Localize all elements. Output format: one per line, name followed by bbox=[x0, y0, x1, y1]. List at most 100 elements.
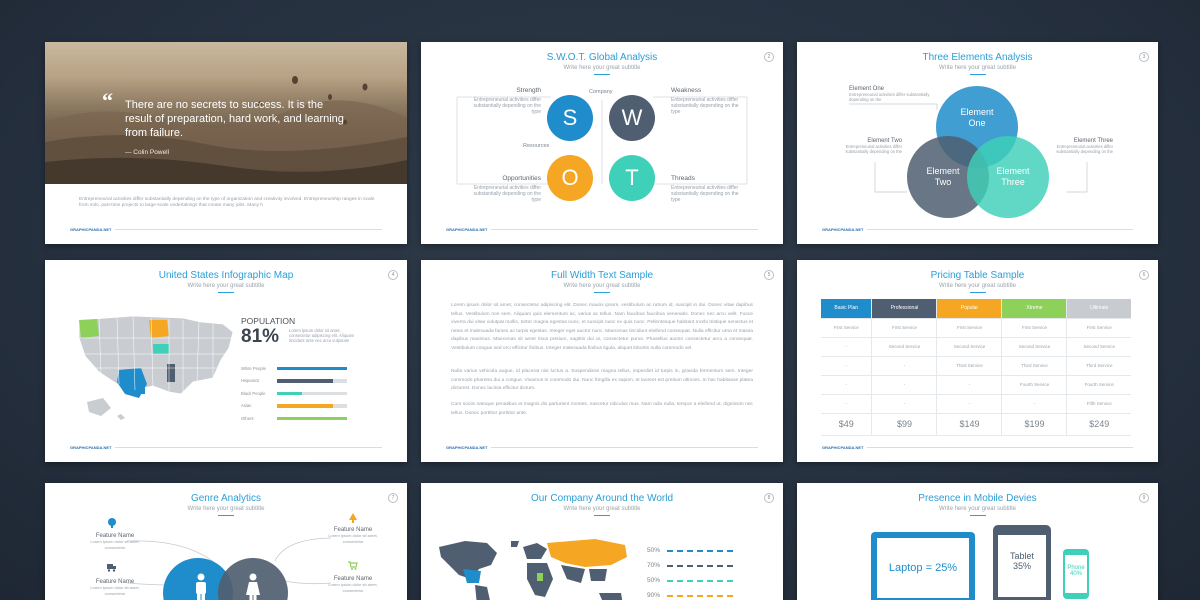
plan-header[interactable]: Professional bbox=[871, 299, 937, 318]
demographic-row: Hispanics bbox=[241, 375, 351, 388]
swot-circle-t[interactable]: T bbox=[609, 155, 655, 201]
slide-number: 9 bbox=[1139, 493, 1149, 503]
table-cell: Fourth Service bbox=[1001, 374, 1067, 394]
laptop-device[interactable]: Laptop = 25% bbox=[871, 532, 975, 600]
title-underline bbox=[594, 292, 610, 293]
text-paragraph-1: Lorem ipsum dolor sit amet, consectetur … bbox=[451, 303, 753, 351]
plan-header[interactable]: Popular bbox=[936, 299, 1002, 318]
slide-subtitle: Write here your great subtitle bbox=[563, 283, 641, 289]
swot-connectors bbox=[456, 96, 748, 185]
feature-left-1: Feature Name Lorem ipsum dolor sit amet,… bbox=[85, 533, 145, 551]
world-stat-bar bbox=[667, 579, 733, 582]
demographic-label: Asian bbox=[241, 403, 252, 409]
slide-three-elements[interactable]: Three Elements Analysis Write here your … bbox=[797, 42, 1158, 244]
slide-number: 5 bbox=[764, 270, 774, 280]
world-stat-label: 50% bbox=[647, 547, 661, 554]
feature-desc: Lorem ipsum dolor sit amet, consectetur bbox=[90, 585, 140, 596]
demographic-row: Others bbox=[241, 412, 351, 425]
demographic-bar-track bbox=[277, 366, 347, 370]
cart-icon bbox=[348, 561, 358, 570]
tablet-screen: Tablet 35% bbox=[998, 535, 1046, 597]
table-cell: - bbox=[1001, 393, 1067, 413]
pine-tree-icon bbox=[349, 513, 357, 523]
slide-number: 8 bbox=[764, 493, 774, 503]
slide-devices[interactable]: Presence in Mobile Devies Write here you… bbox=[797, 483, 1158, 600]
slide-footer: GRAPHICPANDA.NET bbox=[446, 444, 758, 450]
table-cell: - bbox=[821, 374, 872, 394]
world-stat-bar bbox=[667, 549, 733, 552]
title-underline bbox=[969, 292, 986, 293]
slide-number: 4 bbox=[388, 270, 398, 280]
world-stat-label: 70% bbox=[647, 562, 661, 569]
table-cell: Third Service bbox=[1066, 355, 1131, 375]
table-cell: - bbox=[936, 393, 1002, 413]
table-row: - - Third Service Third Service Third Servic… bbox=[821, 355, 1131, 375]
table-cell: Second Service bbox=[871, 336, 937, 356]
slide-title: United States Infographic Map bbox=[158, 270, 294, 281]
swot-heading: Opportunities bbox=[502, 175, 541, 182]
swot-circle-s[interactable]: S bbox=[547, 95, 593, 141]
table-cell: Fourth Service bbox=[1066, 374, 1131, 394]
world-map[interactable] bbox=[435, 535, 635, 600]
slide-title: Pricing Table Sample bbox=[930, 270, 1025, 281]
price-row: $49 $99 $149 $199 $249 bbox=[821, 412, 1131, 436]
slide-world[interactable]: Our Company Around the World Write here … bbox=[421, 483, 783, 600]
phone-device[interactable]: Phone 40% bbox=[1063, 549, 1089, 599]
feature-desc: Lorem ipsum dolor sit amet, consectetur bbox=[90, 539, 140, 550]
slide-genre[interactable]: Genre Analytics Write here your great su… bbox=[45, 483, 407, 600]
slide-pricing[interactable]: Pricing Table Sample Write here your gre… bbox=[797, 260, 1158, 462]
swot-desc: Entrepreneurial activities differ substa… bbox=[473, 185, 541, 203]
world-stat-row: 50% bbox=[647, 543, 757, 558]
slide-subtitle: Write here your great subtitle bbox=[563, 506, 641, 512]
plan-header[interactable]: Xtreme bbox=[1001, 299, 1067, 318]
slide-subtitle: Write here your great subtitle bbox=[939, 283, 1016, 289]
table-row: - - - Fourth Service Fourth Service bbox=[821, 374, 1131, 394]
slide-swot[interactable]: S.W.O.T. Global Analysis Write here your… bbox=[421, 42, 783, 244]
slide-footer: GRAPHICPANDA.NET bbox=[446, 226, 758, 232]
slide-subtitle: Write here your great subtitle bbox=[939, 506, 1016, 512]
slide-quote[interactable]: “ There are no secrets to success. It is… bbox=[45, 42, 407, 244]
quote-text: There are no secrets to success. It is t… bbox=[125, 99, 344, 139]
demographic-label: Others bbox=[241, 415, 254, 421]
tablet-device[interactable]: Tablet 35% bbox=[993, 525, 1051, 600]
table-row: First Service First Service First Service F… bbox=[821, 317, 1131, 337]
world-stat-label: 90% bbox=[647, 592, 661, 599]
plan-price: $49 bbox=[821, 412, 872, 436]
phone-pct: 40% bbox=[1069, 571, 1082, 577]
feature-left-2: Feature Name Lorem ipsum dolor sit amet,… bbox=[85, 579, 145, 597]
table-cell: Third Service bbox=[936, 355, 1002, 375]
swot-desc: Entrepreneurial activities differ substa… bbox=[671, 97, 739, 115]
swot-resources-label: Resources bbox=[521, 143, 552, 149]
pricing-table: Basic Plan Professional Popular Xtreme Ultim… bbox=[821, 299, 1131, 436]
swot-heading: Weakness bbox=[671, 87, 702, 94]
laptop-screen: Laptop = 25% bbox=[877, 538, 969, 598]
plan-header[interactable]: Ultimate bbox=[1066, 299, 1131, 318]
us-map[interactable] bbox=[73, 308, 253, 428]
tablet-label: Tablet bbox=[1009, 551, 1035, 561]
title-underline bbox=[218, 292, 234, 293]
swot-heading: Threads bbox=[671, 175, 695, 182]
plan-price: $249 bbox=[1066, 412, 1131, 436]
swot-circle-o[interactable]: O bbox=[547, 155, 593, 201]
swot-circle-w[interactable]: W bbox=[609, 95, 655, 141]
table-cell: - bbox=[871, 393, 937, 413]
male-icon bbox=[196, 573, 206, 600]
table-cell: - bbox=[871, 355, 937, 375]
quote-mark-icon: “ bbox=[102, 88, 113, 113]
feature-desc: Lorem ipsum dolor sit amet, consectetur bbox=[328, 582, 378, 593]
venn-label-desc: Entrepreneurial activities differ substa… bbox=[849, 92, 930, 102]
demographic-row: Asian bbox=[241, 400, 351, 413]
slide-subtitle: Write here your great subtitle bbox=[187, 283, 265, 289]
table-cell: Second Service bbox=[936, 336, 1002, 356]
feature-right-2: Feature Name Lorem ipsum dolor sit amet,… bbox=[323, 576, 383, 594]
plan-header[interactable]: Basic Plan bbox=[821, 299, 872, 318]
demographic-label: Black People bbox=[241, 390, 266, 396]
table-row: - Second Service Second Service Second Serv… bbox=[821, 336, 1131, 356]
slide-full-text[interactable]: Full Width Text Sample Write here your g… bbox=[421, 260, 783, 462]
venn-label-two: Element Two Entrepreneurial activities d… bbox=[837, 138, 902, 154]
demographic-row: Black People bbox=[241, 387, 351, 400]
world-stat-row: 50% bbox=[647, 573, 757, 588]
demographic-bar-fill bbox=[277, 404, 333, 408]
venn-text-three: Element Three bbox=[983, 166, 1043, 188]
slide-us-map[interactable]: United States Infographic Map Write here… bbox=[45, 260, 407, 462]
